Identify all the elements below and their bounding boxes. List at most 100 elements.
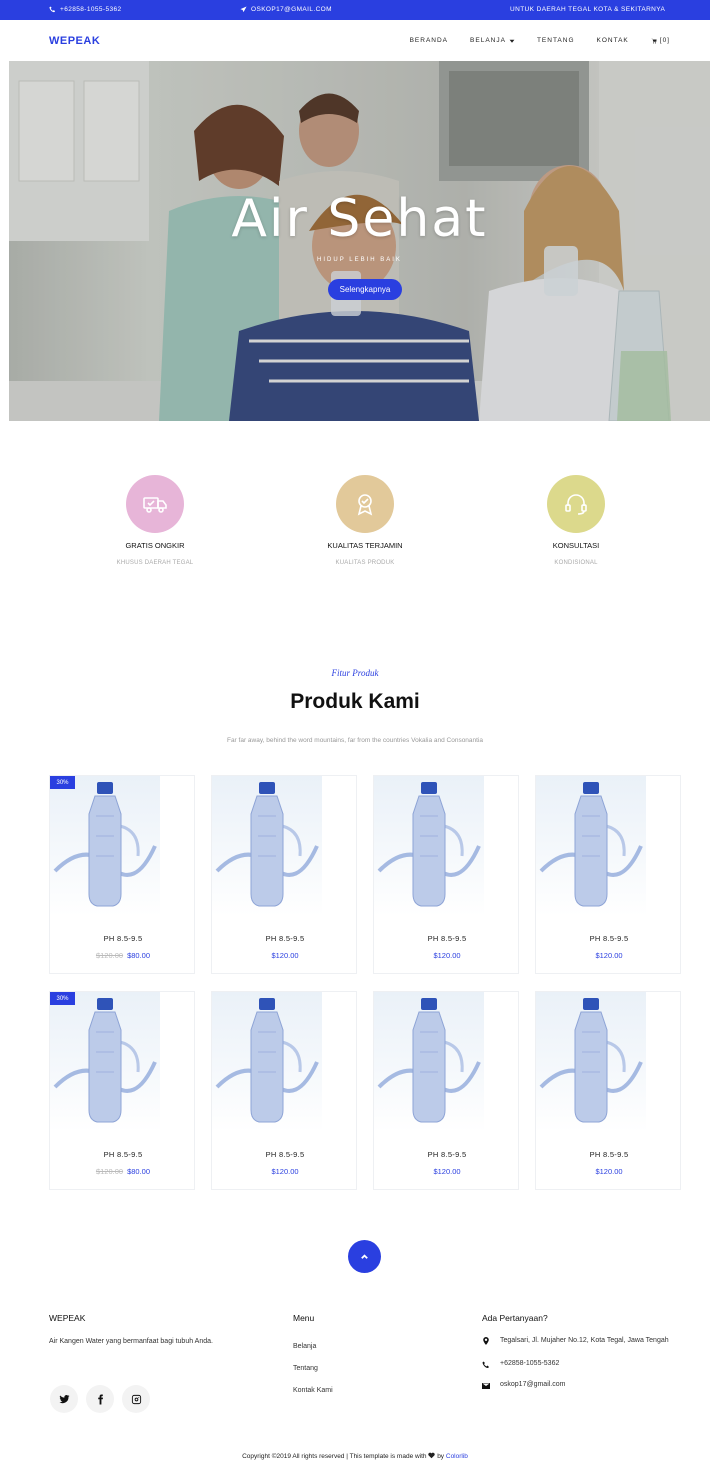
navbar: WEPEAK BERANDA BELANJA TENTANG KONTAK [0… [0,20,710,61]
feature-title: GRATIS ONGKIR [125,541,185,550]
nav-cart[interactable]: [0] [651,37,670,44]
product-image[interactable] [536,776,646,916]
footer-address: Tegalsari, Jl. Mujaher No.12, Kota Tegal… [482,1336,682,1346]
nav-item-tentang[interactable]: TENTANG [537,37,575,44]
product-name[interactable]: PH 8.5-9.5 [536,934,682,943]
water-bottle-image [539,782,643,907]
topbar-area: UNTUK DAERAH TEGAL KOTA & SEKITARNYA [510,6,665,13]
water-bottle-image [53,998,157,1123]
twitter-icon [58,1394,70,1403]
brand-logo[interactable]: WEPEAK [49,35,100,47]
hero-banner: Air Sehat HIDUP LEBIH BAIK Selengkapnya [9,61,710,421]
twitter-button[interactable] [50,1385,78,1413]
colorlib-link[interactable]: Colorlib [446,1453,468,1460]
product-card[interactable]: 30% PH 8.5-9.5 $120.00 $80.00 [49,991,195,1190]
product-price: $120.00 [433,951,461,960]
product-price: $120.00 $80.00 [50,951,196,960]
product-card[interactable]: PH 8.5-9.5 $120.00 [373,775,519,974]
product-name[interactable]: PH 8.5-9.5 [212,934,358,943]
product-image[interactable] [212,776,322,916]
footer-menu-tentang[interactable]: Tentang [293,1365,318,1372]
topbar-email[interactable]: OSKOP17@GMAIL.COM [240,6,332,13]
nav-item-belanja[interactable]: BELANJA [470,37,515,44]
heart-icon [428,1452,436,1461]
instagram-button[interactable] [122,1385,150,1413]
feature-consultation: KONSULTASI KONDISIONAL [496,475,656,566]
section-title: Produk Kami [290,690,420,713]
feature-subtitle: KUALITAS PRODUK [335,560,395,566]
product-price: $120.00 [271,951,299,960]
feature-icon-circle [126,475,184,533]
delivery-truck-icon [143,497,167,513]
product-card[interactable]: PH 8.5-9.5 $120.00 [535,775,681,974]
hero-subtitle: HIDUP LEBIH BAIK [317,257,402,263]
feature-title: KUALITAS TERJAMIN [327,541,403,550]
copyright: Copyright ©2019 All rights reserved | Th… [0,1452,710,1461]
feature-subtitle: KONDISIONAL [554,560,598,566]
water-bottle-image [53,782,157,907]
product-card[interactable]: PH 8.5-9.5 $120.00 [211,991,357,1190]
product-image[interactable] [50,992,160,1132]
product-card[interactable]: PH 8.5-9.5 $120.00 [211,775,357,974]
sale-price: $80.00 [127,951,151,960]
feature-quality: KUALITAS TERJAMIN KUALITAS PRODUK [285,475,445,566]
topbar-email-text: OSKOP17@GMAIL.COM [251,6,332,13]
product-price: $120.00 [595,951,623,960]
footer-menu-heading: Menu [293,1313,315,1323]
facebook-icon [97,1393,103,1405]
caret-down-icon [509,39,515,43]
quality-award-icon [357,494,373,516]
product-name[interactable]: PH 8.5-9.5 [536,1150,682,1159]
product-name[interactable]: PH 8.5-9.5 [374,1150,520,1159]
footer-address-text: Tegalsari, Jl. Mujaher No.12, Kota Tegal… [500,1337,669,1344]
nav-item-belanja-label: BELANJA [470,37,506,44]
sale-price: $80.00 [127,1167,151,1176]
water-bottle-image [215,998,319,1123]
nav-menu: BERANDA BELANJA TENTANG KONTAK [0] [410,37,670,44]
copyright-text: Copyright ©2019 All rights reserved | Th… [242,1453,427,1461]
footer-phone[interactable]: +62858-1055-5362 [482,1360,559,1369]
top-bar: +62858-1055-5362 OSKOP17@GMAIL.COM UNTUK… [0,0,710,20]
footer-email-text: oskop17@gmail.com [500,1381,566,1388]
hero-more-button[interactable]: Selengkapnya [328,279,402,300]
map-marker-icon [483,1337,489,1345]
water-bottle-image [377,782,481,907]
old-price: $120.00 [95,1167,124,1176]
product-name[interactable]: PH 8.5-9.5 [50,934,196,943]
support-headset-icon [565,494,587,515]
product-name[interactable]: PH 8.5-9.5 [212,1150,358,1159]
product-name[interactable]: PH 8.5-9.5 [374,934,520,943]
footer-brand-text: Air Kangen Water yang bermanfaat bagi tu… [49,1338,213,1345]
footer-menu-belanja[interactable]: Belanja [293,1343,316,1350]
topbar-area-text: UNTUK DAERAH TEGAL KOTA & SEKITARNYA [510,6,666,13]
section-kicker: Fitur Produk [331,668,379,678]
discount-badge: 30% [50,992,75,1005]
product-price: $120.00 [595,1167,623,1176]
product-image[interactable] [212,992,322,1132]
product-card[interactable]: 30% PH 8.5-9.5 $120.00 $80.00 [49,775,195,974]
facebook-button[interactable] [86,1385,114,1413]
product-name[interactable]: PH 8.5-9.5 [50,1150,196,1159]
chevron-up-icon [361,1254,368,1259]
water-bottle-image [215,782,319,907]
nav-item-kontak[interactable]: KONTAK [597,37,629,44]
feature-subtitle: KHUSUS DAERAH TEGAL [116,560,194,566]
product-card[interactable]: PH 8.5-9.5 $120.00 [535,991,681,1190]
product-card[interactable]: PH 8.5-9.5 $120.00 [373,991,519,1190]
nav-item-beranda[interactable]: BERANDA [410,37,448,44]
hero-title: Air Sehat [231,189,488,249]
product-image[interactable] [374,992,484,1132]
feature-free-shipping: GRATIS ONGKIR KHUSUS DAERAH TEGAL [75,475,235,566]
phone-icon [482,1361,489,1368]
product-image[interactable] [50,776,160,916]
scroll-top-button[interactable] [348,1240,381,1273]
old-price: $120.00 [95,951,124,960]
cart-icon [651,38,657,43]
topbar-phone[interactable]: +62858-1055-5362 [49,6,122,13]
product-image[interactable] [374,776,484,916]
footer-menu-kontak[interactable]: Kontak Kami [293,1387,333,1394]
instagram-icon [131,1394,141,1404]
footer-email[interactable]: oskop17@gmail.com [482,1381,565,1390]
product-image[interactable] [536,992,646,1132]
discount-badge: 30% [50,776,75,789]
